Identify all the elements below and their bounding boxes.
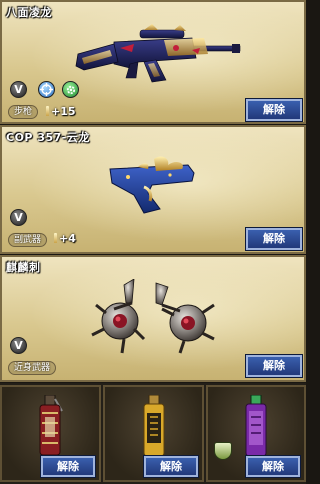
grenade-slot[interactable]: 解除: [0, 385, 101, 482]
rifle-image: [75, 24, 241, 83]
shield-icon: [214, 442, 232, 460]
weapon-panel-melee[interactable]: 麒麟刺 V 近身武器 解除: [0, 255, 306, 382]
melee-weapon-image: [91, 279, 215, 354]
weapon-name: COP 357-云龙: [6, 131, 90, 144]
grenade-image: [39, 395, 63, 456]
bullet-icon: [46, 106, 49, 116]
ammo-bonus-value: +4: [59, 232, 76, 245]
unequip-button[interactable]: 解除: [245, 354, 303, 378]
smoke-grenade-image: [245, 395, 267, 457]
flash-slot[interactable]: 解除: [103, 385, 204, 482]
weapon-name: 麒麟刺: [6, 261, 41, 274]
smoke-slot[interactable]: 解除: [206, 385, 306, 482]
ammo-bonus: +4: [54, 232, 76, 245]
gear-icon: [62, 81, 79, 98]
unequip-button[interactable]: 解除: [40, 455, 96, 478]
weapon-category-tag: 近身武器: [8, 361, 57, 375]
unequip-button[interactable]: 解除: [245, 455, 301, 478]
vip-badge-icon: V: [10, 81, 27, 98]
flashbang-image: [143, 395, 165, 457]
crosshair-icon: [38, 81, 55, 98]
weapon-name: 八面凌龙: [6, 6, 52, 19]
pistol-image: [109, 156, 195, 214]
bullet-icon: [54, 233, 57, 243]
ammo-bonus: +15: [46, 105, 76, 118]
unequip-button[interactable]: 解除: [245, 98, 303, 122]
unequip-button[interactable]: 解除: [143, 455, 199, 478]
weapon-panel-pistol[interactable]: COP 357-云龙 V 副武器 +4 解除: [0, 125, 306, 254]
vip-badge-icon: V: [10, 209, 27, 226]
ammo-bonus-value: +15: [51, 105, 76, 118]
weapon-category-tag: 副武器: [8, 233, 48, 247]
unequip-button[interactable]: 解除: [245, 227, 303, 251]
weapon-panel-rifle[interactable]: 八面凌龙 V 步枪 +15 解除: [0, 0, 306, 124]
vip-badge-icon: V: [10, 337, 27, 354]
weapon-category-tag: 步枪: [8, 105, 39, 119]
throwable-slots: 解除 解除 解除: [0, 383, 306, 484]
